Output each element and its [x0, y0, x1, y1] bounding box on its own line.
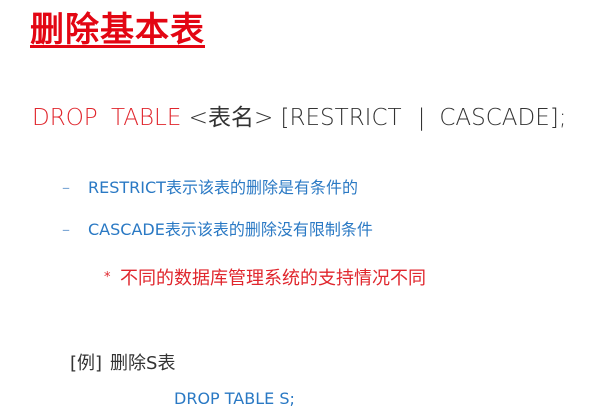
syntax-tail: CASCADE];	[439, 105, 567, 131]
syntax-line: DROP TABLE <表名> [RESTRICT | CASCADE];	[32, 98, 566, 132]
syntax-keyword: DROP TABLE	[32, 105, 182, 131]
bullet-dash: –	[62, 178, 70, 197]
bullet-cascade: – CASCADE表示该表的删除没有限制条件	[62, 216, 373, 240]
syntax-separator: |	[417, 105, 426, 131]
example-text: 删除S表	[110, 353, 176, 374]
note-line: * 不同的数据库管理系统的支持情况不同	[104, 264, 426, 290]
slide-title: 删除基本表	[30, 10, 205, 50]
example-tag: [例]	[70, 353, 103, 374]
syntax-table-name: <表名> [RESTRICT	[181, 105, 402, 131]
asterisk-icon: *	[104, 270, 111, 285]
bullet-restrict: – RESTRICT表示该表的删除是有条件的	[62, 174, 358, 198]
example-line: [例] 删除S表	[70, 349, 175, 375]
note-text: 不同的数据库管理系统的支持情况不同	[120, 268, 426, 289]
slide: 删除基本表 DROP TABLE <表名> [RESTRICT | CASCADE]…	[0, 0, 613, 420]
bullet-dash: –	[62, 220, 70, 239]
example-statement: DROP TABLE S;	[174, 389, 295, 408]
bullet-text: CASCADE表示该表的删除没有限制条件	[88, 220, 373, 239]
bullet-text: RESTRICT表示该表的删除是有条件的	[88, 178, 358, 197]
